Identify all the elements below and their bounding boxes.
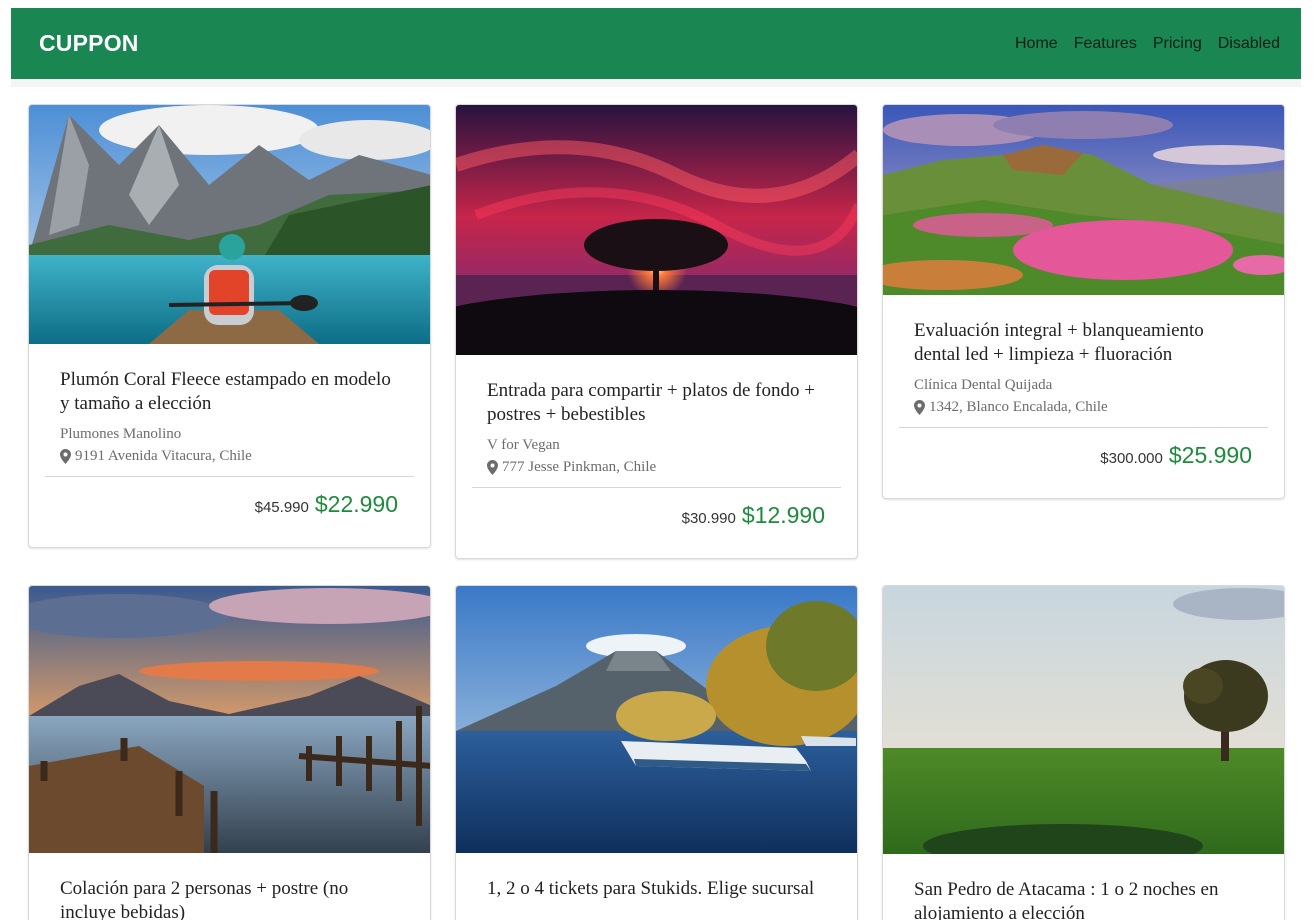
address-text: 1342, Blanco Encalada, Chile — [929, 399, 1108, 415]
location-pin-icon — [487, 459, 498, 475]
card-body: Evaluación integral + blanqueamiento den… — [883, 295, 1284, 419]
address: 9191 Avenida Vitacura, Chile — [60, 444, 399, 468]
price-row: $45.990 $22.990 — [29, 477, 430, 536]
location-pin-icon — [914, 399, 925, 415]
location-pin-icon — [60, 448, 71, 464]
deal-card[interactable]: Entrada para compartir + platos de fondo… — [455, 104, 858, 559]
deal-image[interactable] — [29, 586, 430, 853]
deal-image[interactable] — [456, 105, 857, 355]
deal-image[interactable] — [883, 105, 1284, 295]
deal-image[interactable] — [456, 586, 857, 853]
nav-link-pricing[interactable]: Pricing — [1145, 35, 1210, 53]
deal-image[interactable] — [29, 105, 430, 344]
old-price: $300.000 — [1100, 450, 1163, 467]
deal-card[interactable]: San Pedro de Atacama : 1 o 2 noches en a… — [882, 585, 1285, 920]
card-body: Colación para 2 personas + postre (no in… — [29, 853, 430, 920]
address: 1342, Blanco Encalada, Chile — [914, 395, 1253, 419]
card-body: Entrada para compartir + platos de fondo… — [456, 355, 857, 479]
address-text: 9191 Avenida Vitacura, Chile — [75, 448, 252, 464]
address: 777 Jesse Pinkman, Chile — [487, 455, 826, 479]
nav-links: Home Features Pricing Disabled — [1007, 35, 1280, 53]
nav-link-home[interactable]: Home — [1007, 35, 1066, 53]
deal-card[interactable]: Plumón Coral Fleece estampado en modelo … — [28, 104, 431, 548]
nav-link-disabled[interactable]: Disabled — [1210, 35, 1280, 53]
old-price: $45.990 — [254, 499, 309, 516]
card-body: San Pedro de Atacama : 1 o 2 noches en a… — [883, 854, 1284, 920]
deal-title[interactable]: Evaluación integral + blanqueamiento den… — [914, 319, 1253, 367]
deal-title[interactable]: Plumón Coral Fleece estampado en modelo … — [60, 368, 399, 416]
new-price: $12.990 — [741, 502, 825, 528]
old-price: $30.990 — [681, 510, 736, 527]
card-body: Plumón Coral Fleece estampado en modelo … — [29, 344, 430, 468]
new-price: $22.990 — [314, 491, 398, 517]
deal-image[interactable] — [883, 586, 1284, 854]
navbar-shadow — [11, 79, 1301, 87]
deal-title[interactable]: 1, 2 o 4 tickets para Stukids. Elige suc… — [487, 877, 826, 901]
brand-logo[interactable]: CUPPON — [39, 30, 139, 57]
merchant-name: Plumones Manolino — [60, 426, 182, 442]
deal-card[interactable]: Colación para 2 personas + postre (no in… — [28, 585, 431, 920]
merchant-name: V for Vegan — [487, 437, 560, 453]
deal-card[interactable]: 1, 2 o 4 tickets para Stukids. Elige suc… — [455, 585, 858, 920]
new-price: $25.990 — [1168, 442, 1252, 468]
nav-link-features[interactable]: Features — [1066, 35, 1145, 53]
merchant-name: Clínica Dental Quijada — [914, 377, 1053, 393]
deal-title[interactable]: Colación para 2 personas + postre (no in… — [60, 877, 399, 920]
deal-title[interactable]: Entrada para compartir + platos de fondo… — [487, 379, 826, 427]
price-row: $30.990 $12.990 — [456, 488, 857, 547]
price-row: $300.000 $25.990 — [883, 428, 1284, 487]
address-text: 777 Jesse Pinkman, Chile — [502, 459, 657, 475]
deal-title[interactable]: San Pedro de Atacama : 1 o 2 noches en a… — [914, 878, 1253, 920]
card-body: 1, 2 o 4 tickets para Stukids. Elige suc… — [456, 853, 857, 901]
deal-card[interactable]: Evaluación integral + blanqueamiento den… — [882, 104, 1285, 499]
navbar: CUPPON Home Features Pricing Disabled — [11, 8, 1301, 79]
